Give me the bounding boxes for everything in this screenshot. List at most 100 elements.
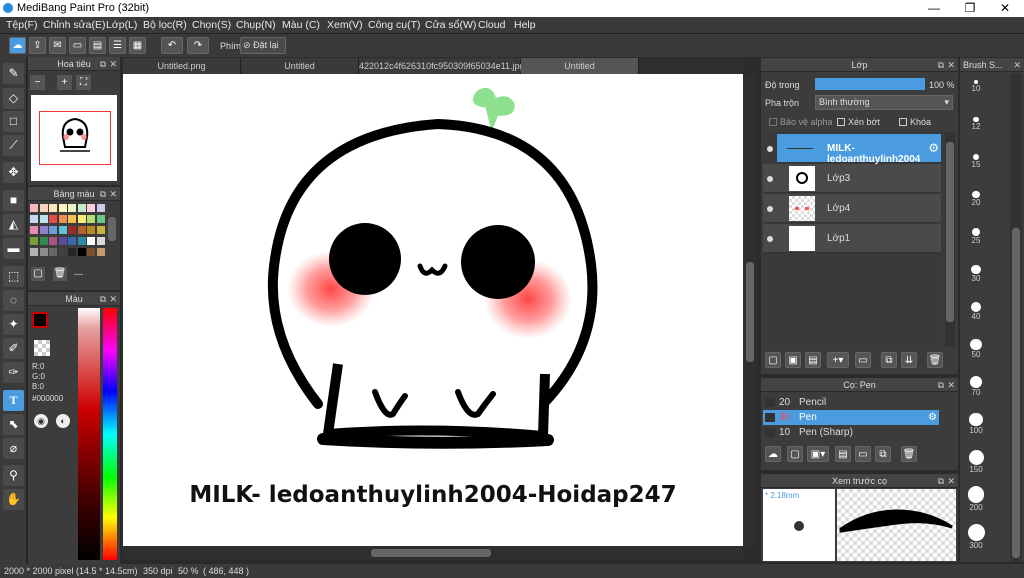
- color-swatch[interactable]: [58, 226, 67, 234]
- color-swatch[interactable]: [68, 237, 76, 245]
- close-icon[interactable]: ✕: [109, 187, 117, 201]
- gradient-tool-icon[interactable]: ▬: [3, 238, 24, 259]
- close-icon[interactable]: ✕: [109, 57, 117, 71]
- menu-layer[interactable]: Lớp(L): [106, 19, 137, 31]
- color-swatch[interactable]: [39, 204, 48, 212]
- eye-icon[interactable]: [767, 236, 773, 242]
- brush-size-scrollbar[interactable]: [1010, 73, 1022, 562]
- folder-icon[interactable]: ▭: [855, 352, 871, 368]
- dropper-tool-icon[interactable]: ⌀: [3, 438, 24, 459]
- vertical-scrollbar[interactable]: [743, 74, 757, 546]
- color-swatch[interactable]: [30, 226, 38, 234]
- comment-icon[interactable]: ✉: [49, 37, 66, 54]
- fit-icon[interactable]: ⛶: [76, 75, 91, 90]
- color-swatch[interactable]: [96, 237, 105, 245]
- grid-icon[interactable]: ▦: [129, 37, 146, 54]
- magic-wand-icon[interactable]: ✦: [3, 314, 24, 335]
- navigator-preview[interactable]: [31, 95, 117, 181]
- brush-size-item[interactable]: 70: [961, 373, 991, 397]
- brush-size-item[interactable]: 50: [961, 336, 991, 359]
- color-swatch[interactable]: [77, 248, 86, 256]
- color-swatch[interactable]: [58, 248, 67, 256]
- color-swatch[interactable]: [30, 237, 38, 245]
- color-swatch[interactable]: [96, 248, 105, 256]
- palette-scrollbar[interactable]: [108, 217, 116, 241]
- horizontal-scrollbar[interactable]: [123, 546, 743, 560]
- color-swatch[interactable]: [87, 248, 95, 256]
- close-icon[interactable]: ✕: [947, 58, 955, 72]
- select-pen-icon[interactable]: ✐: [3, 338, 24, 359]
- layer-row-3[interactable]: Lớp3: [763, 164, 941, 193]
- menu-select[interactable]: Chọn(S): [192, 19, 231, 31]
- color-swatch[interactable]: [87, 204, 95, 212]
- maximize-button[interactable]: ❐: [955, 0, 985, 17]
- gear-icon[interactable]: ⚙: [928, 141, 939, 155]
- duplicate-icon[interactable]: ⧉: [875, 446, 891, 462]
- color-swatch[interactable]: [30, 204, 38, 212]
- brush-settings-icon[interactable]: ▤: [835, 446, 851, 462]
- color-swatch[interactable]: [49, 237, 57, 245]
- color-swatch[interactable]: [49, 215, 57, 223]
- close-icon[interactable]: ✕: [947, 378, 955, 392]
- zoom-out-icon[interactable]: −: [30, 75, 45, 90]
- brush-tool-icon[interactable]: ✎: [3, 63, 24, 84]
- horizontal-scroll-thumb[interactable]: [371, 549, 491, 557]
- brush-item-pen-sharp[interactable]: 10 Pen (Sharp): [763, 425, 939, 440]
- color-swatch[interactable]: [96, 215, 105, 223]
- color-wheel-icon[interactable]: ◉: [34, 414, 48, 428]
- eyedropper-icon[interactable]: ⚲: [3, 465, 24, 486]
- menu-edit[interactable]: Chỉnh sửa(E): [43, 19, 105, 31]
- eye-icon[interactable]: [767, 206, 773, 212]
- merge-icon[interactable]: ⇊: [901, 352, 917, 368]
- layer-row-milk[interactable]: MILK- ledoanthuylinh2004 ⚙: [777, 134, 941, 165]
- redo-icon[interactable]: ↷: [187, 37, 209, 54]
- color-swatch[interactable]: [39, 237, 48, 245]
- brush-size-item[interactable]: 15: [961, 148, 991, 169]
- menu-file[interactable]: Tệp(F): [6, 19, 38, 31]
- brush-size-item[interactable]: 40: [961, 298, 991, 321]
- brush-item-pencil[interactable]: 20 Pencil: [763, 395, 939, 410]
- dock-icon[interactable]: ⧉: [100, 57, 106, 71]
- cloud-brush-icon[interactable]: ☁: [765, 446, 781, 462]
- reset-button[interactable]: ⊘ Đặt lại: [240, 37, 286, 54]
- color-swatch[interactable]: [77, 226, 86, 234]
- dock-icon[interactable]: ⧉: [100, 292, 106, 306]
- layer-row-4[interactable]: Lớp4: [763, 194, 941, 223]
- lasso-tool-icon[interactable]: ◌: [3, 290, 24, 311]
- menu-tools[interactable]: Công cụ(T): [368, 19, 421, 31]
- dock-icon[interactable]: ⧉: [938, 58, 944, 72]
- dock-icon[interactable]: ⧉: [938, 474, 944, 488]
- fill-rect-icon[interactable]: ■: [3, 190, 24, 211]
- color-swatch[interactable]: [96, 204, 105, 212]
- color-swatch[interactable]: [39, 215, 48, 223]
- close-button[interactable]: ✕: [990, 0, 1020, 17]
- operation-tool-icon[interactable]: ⬉: [3, 414, 24, 435]
- primary-color-swatch[interactable]: [32, 312, 48, 328]
- bucket-tool-icon[interactable]: ◭: [3, 214, 24, 235]
- upload-icon[interactable]: ⇪: [29, 37, 46, 54]
- minimize-button[interactable]: —: [919, 0, 949, 17]
- color-swatch[interactable]: [87, 237, 95, 245]
- gear-icon[interactable]: ⚙: [928, 410, 937, 425]
- brush-size-item[interactable]: 30: [961, 261, 991, 283]
- rect-tool-icon[interactable]: □: [3, 111, 24, 132]
- brush-menu-icon[interactable]: ▣▾: [807, 446, 829, 462]
- menu-help[interactable]: Help: [514, 19, 536, 31]
- color-swatch[interactable]: [58, 237, 67, 245]
- clipping-checkbox[interactable]: [837, 118, 845, 126]
- folder-icon[interactable]: ▭: [855, 446, 871, 462]
- color-swatch[interactable]: [30, 215, 38, 223]
- color-swatch[interactable]: [87, 226, 95, 234]
- close-icon[interactable]: ✕: [947, 474, 955, 488]
- shade-slider[interactable]: [78, 308, 100, 560]
- move-tool-icon[interactable]: ✥: [3, 162, 24, 183]
- brush-item-pen[interactable]: 30 Pen ⚙: [763, 410, 939, 425]
- hue-slider[interactable]: [103, 308, 117, 560]
- duplicate-icon[interactable]: ⧉: [881, 352, 897, 368]
- color-swatch[interactable]: [68, 215, 76, 223]
- dock-icon[interactable]: ⧉: [100, 187, 106, 201]
- eraser-tool-icon[interactable]: ◇: [3, 88, 24, 109]
- new-layer-icon[interactable]: ▢: [765, 352, 781, 368]
- color-swatch[interactable]: [58, 204, 67, 212]
- blend-select[interactable]: Bình thường ▾: [815, 95, 953, 110]
